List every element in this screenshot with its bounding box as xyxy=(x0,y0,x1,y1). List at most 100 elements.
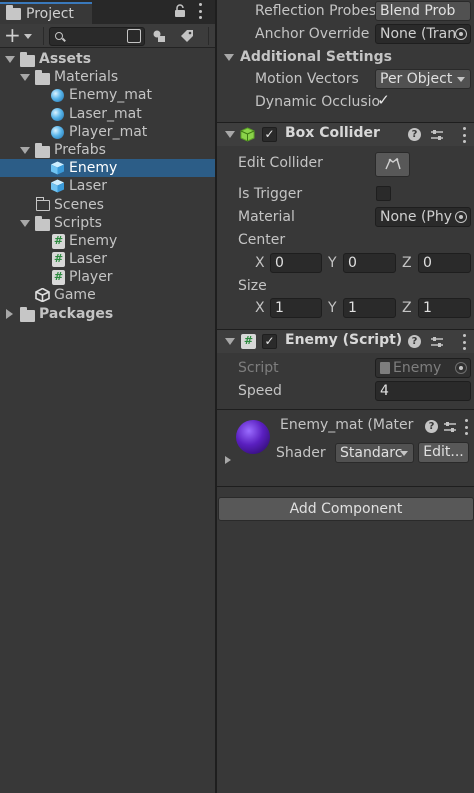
enemy-script-header[interactable]: # ✓ Enemy (Script) ? xyxy=(217,329,474,353)
edit-shader-button[interactable]: Edit... xyxy=(418,442,469,463)
object-picker-icon[interactable] xyxy=(455,28,467,40)
tree-item-player-mat[interactable]: Player_mat xyxy=(0,123,215,141)
enemy-script-enabled-checkbox[interactable]: ✓ xyxy=(262,334,277,349)
presets-icon[interactable] xyxy=(430,335,444,349)
search-by-type-icon[interactable] xyxy=(127,29,141,43)
edit-shader-label: Edit... xyxy=(423,444,464,460)
expand-arrow-icon[interactable] xyxy=(20,146,30,154)
expand-arrow-icon[interactable] xyxy=(20,74,30,82)
expand-arrow-icon[interactable] xyxy=(6,308,13,319)
project-tab-bar: Project xyxy=(0,0,215,24)
add-component-button[interactable]: Add Component xyxy=(218,497,474,521)
project-tree: Assets Materials Enemy_mat Laser_mat Pla… xyxy=(0,50,215,323)
reflection-probes-label: Reflection Probes xyxy=(255,3,377,19)
expand-arrow-icon[interactable] xyxy=(225,456,231,464)
tree-item-scripts[interactable]: Scripts xyxy=(0,214,215,232)
foldout-arrow-icon[interactable] xyxy=(225,131,235,138)
create-asset-button[interactable]: + xyxy=(4,25,38,46)
chevron-down-icon xyxy=(24,34,32,39)
component-menu-icon[interactable] xyxy=(465,419,469,435)
filter-by-type-icon[interactable] xyxy=(152,29,166,43)
foldout-arrow-icon[interactable] xyxy=(224,54,234,61)
help-icon[interactable]: ? xyxy=(408,128,421,141)
reflection-probes-dropdown[interactable]: Blend Prob xyxy=(375,1,471,21)
shader-label: Shader xyxy=(276,445,326,461)
shader-dropdown[interactable]: Standarc xyxy=(335,443,414,463)
center-x-value: 0 xyxy=(275,255,284,271)
expand-arrow-icon[interactable] xyxy=(20,219,30,227)
help-icon[interactable]: ? xyxy=(408,335,421,348)
tree-item-packages[interactable]: Packages xyxy=(0,305,215,323)
is-trigger-checkbox[interactable] xyxy=(376,186,391,201)
reflection-probes-row: Reflection Probes Blend Prob xyxy=(217,0,474,22)
additional-settings-label: Additional Settings xyxy=(240,49,392,65)
material-preview-sphere[interactable] xyxy=(236,420,270,454)
center-label-row: Center xyxy=(217,229,474,251)
script-field: Enemy xyxy=(375,358,471,378)
box-collider-header[interactable]: ✓ Box Collider ? xyxy=(217,122,474,146)
folder-open-icon xyxy=(20,52,35,67)
tree-item-game-scene[interactable]: Game xyxy=(0,286,215,304)
center-y-field[interactable]: 0 xyxy=(343,253,396,273)
tree-item-label: Game xyxy=(54,287,96,304)
presets-icon[interactable] xyxy=(430,128,444,142)
help-icon[interactable]: ? xyxy=(425,420,438,433)
center-z-field[interactable]: 0 xyxy=(418,253,471,273)
script-icon: # xyxy=(52,233,65,249)
foldout-arrow-icon[interactable] xyxy=(225,338,235,345)
dynamic-occlusion-checkbox[interactable]: ✓ xyxy=(376,93,391,109)
tree-item-laser-mat[interactable]: Laser_mat xyxy=(0,105,215,123)
dynamic-occlusion-label: Dynamic Occlusio xyxy=(255,94,381,110)
tree-item-player-script[interactable]: # Player xyxy=(0,268,215,286)
size-z-field[interactable]: 1 xyxy=(418,298,471,318)
project-tab[interactable]: Project xyxy=(0,2,92,24)
collider-material-row: Material None (Phy xyxy=(217,206,474,228)
size-values-row: X 1 Y 1 Z 1 xyxy=(217,297,474,319)
collider-material-label: Material xyxy=(238,209,295,225)
tree-item-enemy-script[interactable]: # Enemy xyxy=(0,232,215,250)
lock-icon[interactable] xyxy=(174,4,186,18)
tree-item-laser-prefab[interactable]: Laser xyxy=(0,177,215,195)
script-icon: # xyxy=(241,334,256,349)
size-y-label: Y xyxy=(328,300,337,316)
tree-item-scenes[interactable]: Scenes xyxy=(0,196,215,214)
object-picker-icon[interactable] xyxy=(455,211,467,223)
tree-item-label: Laser xyxy=(69,178,108,195)
motion-vectors-dropdown[interactable]: Per Object xyxy=(375,69,471,89)
anchor-override-field[interactable]: None (Tran xyxy=(375,24,471,44)
script-icon: # xyxy=(52,270,65,286)
folder-icon xyxy=(6,5,21,20)
material-icon xyxy=(51,89,64,103)
component-menu-icon[interactable] xyxy=(463,334,467,350)
box-collider-enabled-checkbox[interactable]: ✓ xyxy=(262,127,277,142)
component-menu-icon[interactable] xyxy=(463,127,467,143)
is-trigger-label: Is Trigger xyxy=(238,186,303,202)
center-x-label: X xyxy=(255,255,265,271)
size-y-field[interactable]: 1 xyxy=(343,298,396,318)
presets-icon[interactable] xyxy=(443,420,457,434)
tree-item-materials[interactable]: Materials xyxy=(0,68,215,86)
center-values-row: X 0 Y 0 Z 0 xyxy=(217,252,474,274)
toolbar-divider xyxy=(43,27,44,45)
tab-menu-icon[interactable] xyxy=(197,3,203,19)
tree-item-label: Enemy xyxy=(69,160,118,177)
center-x-field[interactable]: 0 xyxy=(270,253,322,273)
filter-by-label-icon[interactable] xyxy=(180,29,194,43)
tree-item-laser-script[interactable]: # Laser xyxy=(0,250,215,268)
tree-item-prefabs[interactable]: Prefabs xyxy=(0,141,215,159)
collider-material-value: None (Phy xyxy=(380,209,453,225)
speed-field[interactable]: 4 xyxy=(375,381,471,401)
tree-item-label: Laser xyxy=(69,251,108,268)
size-x-field[interactable]: 1 xyxy=(270,298,322,318)
tree-item-assets[interactable]: Assets xyxy=(0,50,215,68)
tree-item-enemy-mat[interactable]: Enemy_mat xyxy=(0,86,215,104)
collider-material-field[interactable]: None (Phy xyxy=(375,207,471,227)
tree-item-label: Scenes xyxy=(54,196,104,213)
tree-item-enemy-prefab[interactable]: Enemy xyxy=(0,159,215,178)
additional-settings-foldout[interactable]: Additional Settings xyxy=(217,46,474,68)
motion-vectors-label: Motion Vectors xyxy=(255,71,359,87)
edit-collider-button[interactable] xyxy=(375,152,410,177)
expand-arrow-icon[interactable] xyxy=(5,56,15,63)
size-label-row: Size xyxy=(217,275,474,297)
folder-open-icon xyxy=(35,70,50,86)
